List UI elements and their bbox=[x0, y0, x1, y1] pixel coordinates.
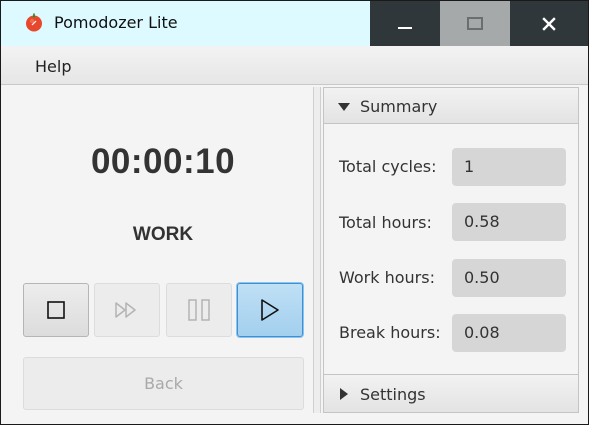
maximize-button[interactable] bbox=[440, 1, 510, 46]
chevron-right-icon bbox=[340, 388, 348, 400]
total-hours-field: 0.58 bbox=[452, 203, 566, 241]
skip-icon bbox=[115, 302, 136, 318]
summary-content: Total cycles: 1 Total hours: 0.58 Work h… bbox=[323, 124, 579, 374]
app-window: Pomodozer Lite Help 00:00:10 WORK Back S… bbox=[0, 0, 589, 425]
play-icon bbox=[261, 299, 279, 321]
timer-display: 00:00:10 bbox=[90, 142, 236, 181]
close-button[interactable] bbox=[510, 1, 588, 46]
work-hours-label: Work hours: bbox=[339, 268, 435, 287]
stop-icon bbox=[47, 301, 65, 319]
summary-section-header[interactable]: Summary bbox=[323, 87, 579, 124]
total-cycles-label: Total cycles: bbox=[339, 157, 437, 176]
pause-icon bbox=[188, 299, 210, 321]
menu-bar: Help bbox=[1, 46, 588, 85]
summary-title: Summary bbox=[360, 97, 438, 116]
total-cycles-field: 1 bbox=[452, 148, 566, 186]
tomato-icon bbox=[24, 12, 44, 32]
window-title: Pomodozer Lite bbox=[54, 13, 178, 32]
break-hours-field: 0.08 bbox=[452, 314, 566, 352]
maximize-icon bbox=[467, 16, 483, 30]
total-hours-label: Total hours: bbox=[339, 213, 432, 232]
split-pane-divider[interactable] bbox=[313, 87, 321, 413]
timer-panel: 00:00:10 WORK Back bbox=[10, 87, 311, 413]
menu-help[interactable]: Help bbox=[35, 57, 71, 76]
close-icon bbox=[542, 16, 556, 31]
play-button[interactable] bbox=[237, 283, 303, 337]
settings-title: Settings bbox=[360, 385, 426, 404]
settings-section-header[interactable]: Settings bbox=[323, 374, 579, 413]
pause-button[interactable] bbox=[166, 283, 232, 337]
break-hours-label: Break hours: bbox=[339, 323, 441, 342]
timer-mode-label: WORK bbox=[132, 224, 194, 245]
minimize-icon bbox=[398, 26, 412, 29]
back-button[interactable]: Back bbox=[23, 357, 304, 410]
skip-button[interactable] bbox=[94, 283, 160, 337]
title-bar[interactable]: Pomodozer Lite bbox=[1, 1, 588, 46]
chevron-down-icon bbox=[338, 103, 350, 111]
stop-button[interactable] bbox=[23, 283, 89, 337]
minimize-button[interactable] bbox=[370, 1, 440, 46]
work-hours-field: 0.50 bbox=[452, 259, 566, 297]
